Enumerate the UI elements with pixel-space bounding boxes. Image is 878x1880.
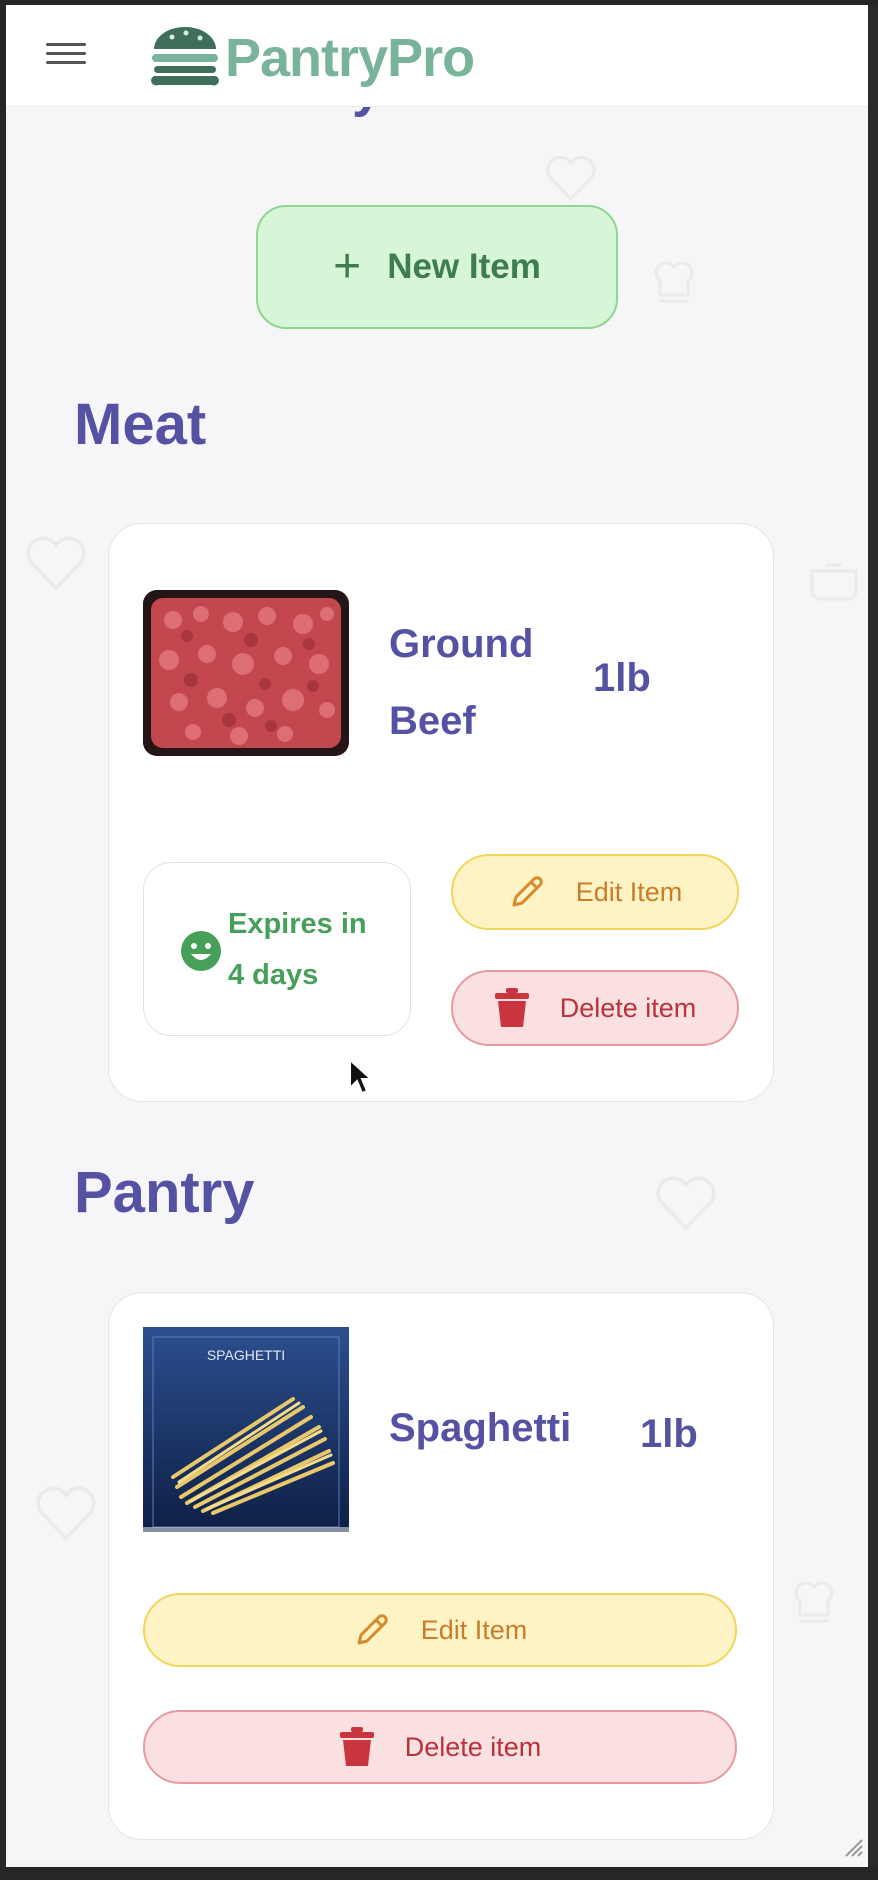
- new-item-button[interactable]: + New Item: [256, 205, 618, 329]
- new-item-label: New Item: [387, 247, 541, 286]
- window-edge: [868, 5, 878, 1867]
- heart-doodle-icon: [546, 155, 596, 201]
- chef-hat-doodle-icon: [786, 1575, 842, 1631]
- app-logo-text[interactable]: PantryPro: [225, 25, 475, 91]
- hamburger-menu-icon[interactable]: [46, 37, 86, 75]
- heart-doodle-icon: [36, 1485, 96, 1541]
- delete-item-label: Delete item: [404, 1731, 542, 1762]
- burger-icon: [148, 23, 222, 89]
- app-header: PantryPro: [6, 5, 868, 107]
- heart-doodle-icon: [26, 535, 86, 591]
- item-quantity: 1lb: [640, 1412, 698, 1456]
- pencil-icon: [357, 1614, 388, 1645]
- section-title-pantry: Pantry: [74, 1160, 255, 1225]
- spaghetti-image: SPAGHETTI: [143, 1327, 349, 1532]
- plus-icon: +: [333, 240, 362, 293]
- delete-item-button[interactable]: Delete item: [143, 1710, 737, 1784]
- item-name: Ground Beef: [389, 622, 534, 743]
- app-viewport: Your Pantry PantryPro + New Item Meat: [6, 5, 868, 1867]
- pantry-item-card: SPAGHETTI Spaghetti 1lb Edit Item Delete…: [108, 1292, 774, 1840]
- pencil-icon: [512, 876, 543, 907]
- expiry-status-box: Expires in 4 days: [143, 862, 411, 1036]
- chef-hat-doodle-icon: [646, 255, 702, 311]
- expiry-text: Expires in 4 days: [228, 908, 367, 991]
- section-title-meat: Meat: [74, 392, 207, 457]
- edit-item-button[interactable]: Edit Item: [143, 1593, 737, 1667]
- pantry-item-card: Ground Beef 1lb Expires in 4 days Edit I…: [108, 523, 774, 1102]
- item-quantity: 1lb: [593, 656, 651, 700]
- trash-icon: [339, 1727, 374, 1766]
- delete-item-label: Delete item: [559, 992, 697, 1023]
- package-label: SPAGHETTI: [206, 1347, 286, 1363]
- edit-item-label: Edit Item: [575, 876, 683, 907]
- edit-item-button[interactable]: Edit Item: [451, 854, 739, 930]
- edit-item-label: Edit Item: [420, 1614, 528, 1645]
- mouse-cursor-icon: [349, 1058, 374, 1095]
- trash-icon: [494, 988, 529, 1027]
- delete-item-button[interactable]: Delete item: [451, 970, 739, 1046]
- resize-grip-icon[interactable]: [840, 1834, 864, 1863]
- smile-icon: [181, 931, 221, 971]
- heart-doodle-icon: [656, 1175, 716, 1231]
- item-name: Spaghetti: [389, 1406, 572, 1450]
- ground-beef-image: [143, 590, 349, 756]
- pot-doodle-icon: [806, 555, 862, 601]
